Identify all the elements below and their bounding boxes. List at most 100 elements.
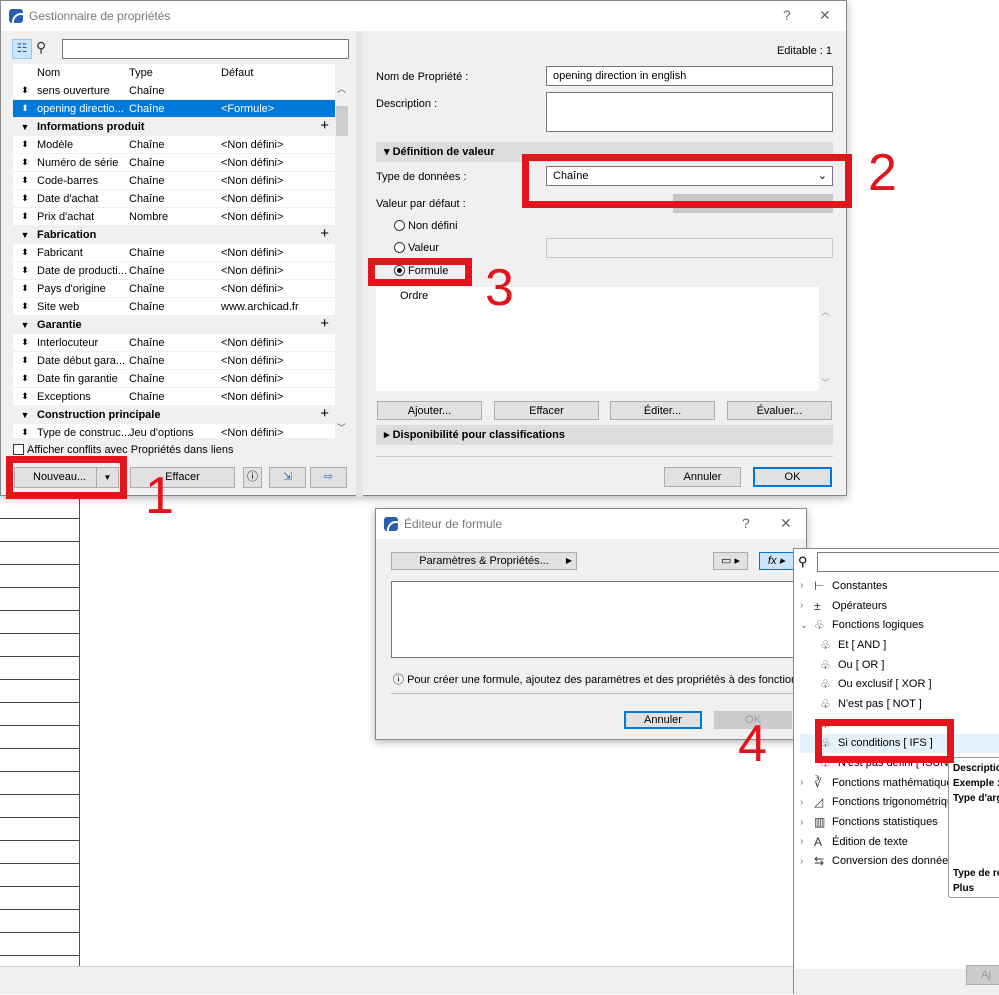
group-row[interactable]: ▼ Construction principale +	[13, 405, 335, 424]
order-header: Ordre	[400, 290, 429, 302]
radio-value[interactable]: Valeur	[394, 242, 439, 254]
drag-handle-icon[interactable]: ⬍	[13, 139, 37, 150]
group-row[interactable]: ▼ Garantie +	[13, 315, 335, 334]
property-row[interactable]: ⬍ Modèle Chaîne <Non défini>	[13, 136, 335, 154]
chevron-right-icon[interactable]: ›	[800, 836, 814, 847]
category-icon: ⊢	[814, 578, 825, 593]
property-row[interactable]: ⬍ Type de construc... Jeu d'options <Non dé…	[13, 424, 335, 439]
drag-handle-icon[interactable]: ⬍	[13, 265, 37, 276]
function-item[interactable]: ♧ N'est pas [ NOT ]	[800, 694, 999, 714]
property-row[interactable]: ⬍ Fabricant Chaîne <Non défini>	[13, 244, 335, 262]
units-menu-button[interactable]: ▭ ▸	[713, 552, 748, 570]
drag-handle-icon[interactable]: ⬍	[13, 193, 37, 204]
property-row[interactable]: ⬍ Site web Chaîne www.archicad.fr	[13, 298, 335, 316]
export-icon[interactable]: ⇨	[310, 467, 347, 488]
add-property-icon[interactable]: +	[320, 315, 329, 332]
function-item[interactable]: ♧ Et [ AND ]	[800, 635, 999, 655]
group-row[interactable]: ▼ Fabrication +	[13, 225, 335, 244]
tree-view-toggle-icon[interactable]: ☷	[12, 39, 32, 59]
function-item[interactable]: ♧ Ou exclusif [ XOR ]	[800, 674, 999, 694]
evaluate-button[interactable]: Évaluer...	[727, 401, 832, 420]
drag-handle-icon[interactable]: ⬍	[13, 391, 37, 402]
property-row[interactable]: ⬍ Exceptions Chaîne <Non défini>	[13, 388, 335, 406]
chevron-right-icon[interactable]: ›	[800, 777, 814, 788]
category[interactable]: › ± Opérateurs	[800, 596, 999, 616]
function-search-input[interactable]	[817, 552, 999, 572]
drag-handle-icon[interactable]: ⬍	[13, 103, 37, 114]
data-type-label: Type de données :	[376, 171, 467, 183]
category[interactable]: › ⊢ Constantes	[800, 576, 999, 596]
drag-handle-icon[interactable]: ⬍	[13, 247, 37, 258]
drag-handle-icon[interactable]: ⬍	[13, 427, 37, 438]
import-icon[interactable]: ⇲	[269, 467, 306, 488]
property-name-input[interactable]: opening direction in english	[546, 66, 833, 86]
chevron-right-icon[interactable]: ›	[800, 580, 814, 591]
archicad-app-icon	[384, 517, 398, 531]
search-input[interactable]	[62, 39, 349, 59]
drag-handle-icon[interactable]: ⬍	[13, 373, 37, 384]
chevron-right-icon[interactable]: ›	[800, 600, 814, 611]
ok-button[interactable]: OK	[753, 467, 832, 487]
property-row[interactable]: ⬍ Date de producti... Chaîne <Non défini>	[13, 262, 335, 280]
chevron-right-icon[interactable]: ›	[800, 817, 814, 828]
drag-handle-icon[interactable]: ⬍	[13, 157, 37, 168]
function-item[interactable]: ♧ Ou [ OR ]	[800, 655, 999, 675]
property-row[interactable]: ⬍ sens ouverture Chaîne	[13, 82, 335, 100]
drag-handle-icon[interactable]: ⬍	[13, 211, 37, 222]
edit-button[interactable]: Éditer...	[610, 401, 715, 420]
collapse-icon[interactable]: ▼	[13, 122, 37, 132]
help-button[interactable]: ?	[742, 515, 750, 531]
property-row[interactable]: ⬍ Pays d'origine Chaîne <Non défini>	[13, 280, 335, 298]
function-menu-button[interactable]: fx ▸	[759, 552, 794, 570]
property-row[interactable]: ⬍ Date fin garantie Chaîne <Non défini>	[13, 370, 335, 388]
add-property-icon[interactable]: +	[320, 405, 329, 422]
property-row[interactable]: ⬍ Numéro de série Chaîne <Non défini>	[13, 154, 335, 172]
help-button[interactable]: ?	[783, 7, 791, 23]
property-row[interactable]: ⬍ Prix d'achat Nombre <Non défini>	[13, 208, 335, 226]
chevron-right-icon[interactable]: ›	[800, 856, 814, 867]
cancel-button[interactable]: Annuler	[624, 711, 702, 729]
property-row[interactable]: ⬍ Date début gara... Chaîne <Non défini>	[13, 352, 335, 370]
chevron-right-icon[interactable]: ›	[800, 797, 814, 808]
group-row[interactable]: ▼ Informations produit +	[13, 117, 335, 136]
add-property-icon[interactable]: +	[320, 225, 329, 242]
collapse-icon[interactable]: ▼	[13, 230, 37, 240]
parameters-properties-button[interactable]: Paramètres & Propriétés... ▶	[391, 552, 577, 570]
add-property-icon[interactable]: +	[320, 117, 329, 134]
drag-handle-icon[interactable]: ⬍	[13, 85, 37, 96]
close-button[interactable]: ✕	[819, 7, 831, 24]
show-conflicts-checkbox[interactable]: Afficher conflits avec Propriétés dans l…	[13, 444, 233, 456]
annotation-number-2: 2	[868, 144, 897, 202]
classification-section[interactable]: ▸ Disponibilité pour classifications	[376, 425, 833, 445]
property-row[interactable]: ⬍ Date d'achat Chaîne <Non défini>	[13, 190, 335, 208]
scroll-thumb[interactable]	[336, 106, 348, 136]
cancel-button[interactable]: Annuler	[664, 467, 741, 487]
chevron-down-icon[interactable]: ⌄	[800, 620, 814, 631]
property-row[interactable]: ⬍ Code-barres Chaîne <Non défini>	[13, 172, 335, 190]
splitter[interactable]	[356, 31, 363, 497]
description-input[interactable]	[546, 92, 833, 132]
erase-button[interactable]: Effacer	[494, 401, 599, 420]
order-scrollbar[interactable]: ︿ ﹀	[819, 287, 833, 391]
category[interactable]: ⌄ ♧ Fonctions logiques	[800, 615, 999, 635]
property-row[interactable]: ⬍ Interlocuteur Chaîne <Non défini>	[13, 334, 335, 352]
search-icon[interactable]: ⚲	[36, 39, 46, 56]
column-type[interactable]: Type	[129, 67, 221, 79]
drag-handle-icon[interactable]: ⬍	[13, 337, 37, 348]
radio-undefined[interactable]: Non défini	[394, 220, 458, 232]
formula-input[interactable]	[391, 581, 796, 658]
drag-handle-icon[interactable]: ⬍	[13, 301, 37, 312]
drag-handle-icon[interactable]: ⬍	[13, 283, 37, 294]
property-row[interactable]: ⬍ opening directio... Chaîne <Formule>	[13, 100, 335, 118]
collapse-icon[interactable]: ▼	[13, 320, 37, 330]
column-name[interactable]: Nom	[37, 67, 129, 79]
drag-handle-icon[interactable]: ⬍	[13, 175, 37, 186]
info-icon[interactable]: ⓘ	[243, 467, 262, 488]
annotation-box-3	[368, 258, 472, 286]
column-default[interactable]: Défaut	[221, 67, 331, 79]
list-scrollbar[interactable]: ︿ ﹀	[335, 82, 349, 438]
close-button[interactable]: ✕	[780, 515, 792, 532]
collapse-icon[interactable]: ▼	[13, 410, 37, 420]
add-button[interactable]: Ajouter...	[377, 401, 482, 420]
drag-handle-icon[interactable]: ⬍	[13, 355, 37, 366]
